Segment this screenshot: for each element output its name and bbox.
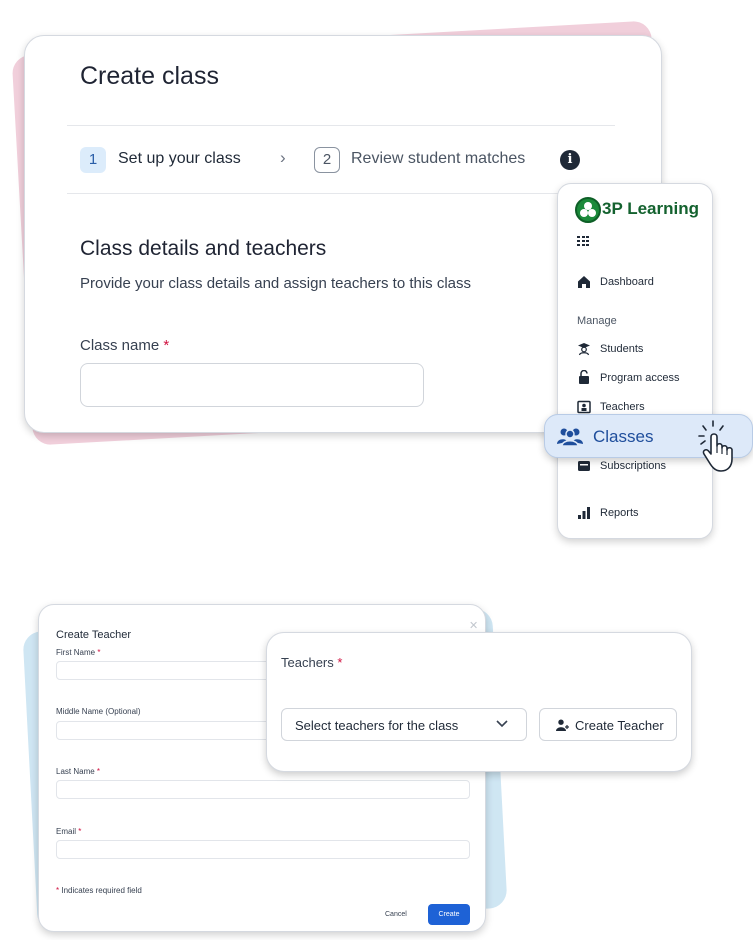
create-button[interactable]: Create <box>428 904 470 925</box>
last-name-label: Last Name * <box>56 767 101 776</box>
class-name-label: Class name * <box>80 337 170 354</box>
home-icon <box>578 276 590 288</box>
section-title: Class details and teachers <box>80 237 327 260</box>
teachers-select-card: Teachers * Select teachers for the class… <box>266 632 692 772</box>
teachers-label: Teachers * <box>281 655 343 670</box>
create-teacher-button-label: Create Teacher <box>575 718 664 733</box>
last-name-field[interactable] <box>56 780 470 799</box>
sidebar-section-manage: Manage <box>577 315 617 327</box>
sidebar-item-teachers[interactable]: Teachers <box>600 401 645 413</box>
middle-name-label: Middle Name (Optional) <box>56 707 141 716</box>
presentation-icon <box>577 400 591 414</box>
sidebar-nav: 3P Learning Dashboard Manage Students Pr… <box>557 183 713 539</box>
cancel-button[interactable]: Cancel <box>385 911 407 918</box>
title-divider <box>67 125 615 126</box>
page-title: Create class <box>80 62 219 90</box>
wallet-icon <box>578 461 590 471</box>
lock-icon <box>579 370 589 384</box>
add-user-icon <box>556 719 569 731</box>
steps-divider <box>67 193 615 194</box>
info-icon[interactable]: i <box>560 150 580 170</box>
brand-logo-icon <box>575 197 601 223</box>
graduate-icon <box>578 343 590 356</box>
step-2-label[interactable]: Review student matches <box>351 150 525 168</box>
sidebar-item-classes-label: Classes <box>593 427 654 446</box>
sidebar-item-students[interactable]: Students <box>600 343 643 355</box>
teachers-select-placeholder: Select teachers for the class <box>295 718 459 733</box>
brand-name: 3P Learning <box>602 199 699 218</box>
sidebar-item-subscriptions[interactable]: Subscriptions <box>600 460 666 472</box>
app-grid-icon[interactable] <box>577 236 589 246</box>
teachers-select[interactable]: Select teachers for the class <box>281 708 527 741</box>
required-marker: * <box>163 337 170 354</box>
sidebar-item-dashboard[interactable]: Dashboard <box>600 276 654 288</box>
email-label: Email * <box>56 827 82 836</box>
step-1-number: 1 <box>80 147 106 173</box>
pointer-hand-icon <box>698 420 733 472</box>
modal-title: Create Teacher <box>56 629 132 641</box>
email-field[interactable] <box>56 840 470 859</box>
users-icon <box>557 428 583 446</box>
step-2-number: 2 <box>314 147 340 173</box>
chevron-down-icon <box>496 720 508 728</box>
create-teacher-button[interactable]: Create Teacher <box>539 708 677 741</box>
first-name-label: First Name * <box>56 648 101 657</box>
section-description: Provide your class details and assign te… <box>80 275 472 292</box>
step-1-label[interactable]: Set up your class <box>118 150 241 168</box>
close-icon[interactable]: ✕ <box>469 619 478 632</box>
required-field-note: * Indicates required field <box>56 886 142 895</box>
sidebar-item-classes[interactable]: Classes <box>544 414 753 472</box>
sidebar-item-reports[interactable]: Reports <box>600 507 639 519</box>
sidebar-item-program-access[interactable]: Program access <box>600 372 679 384</box>
class-name-input[interactable] <box>80 363 424 407</box>
chevron-right-icon: › <box>280 148 286 167</box>
bar-chart-icon <box>578 507 590 519</box>
